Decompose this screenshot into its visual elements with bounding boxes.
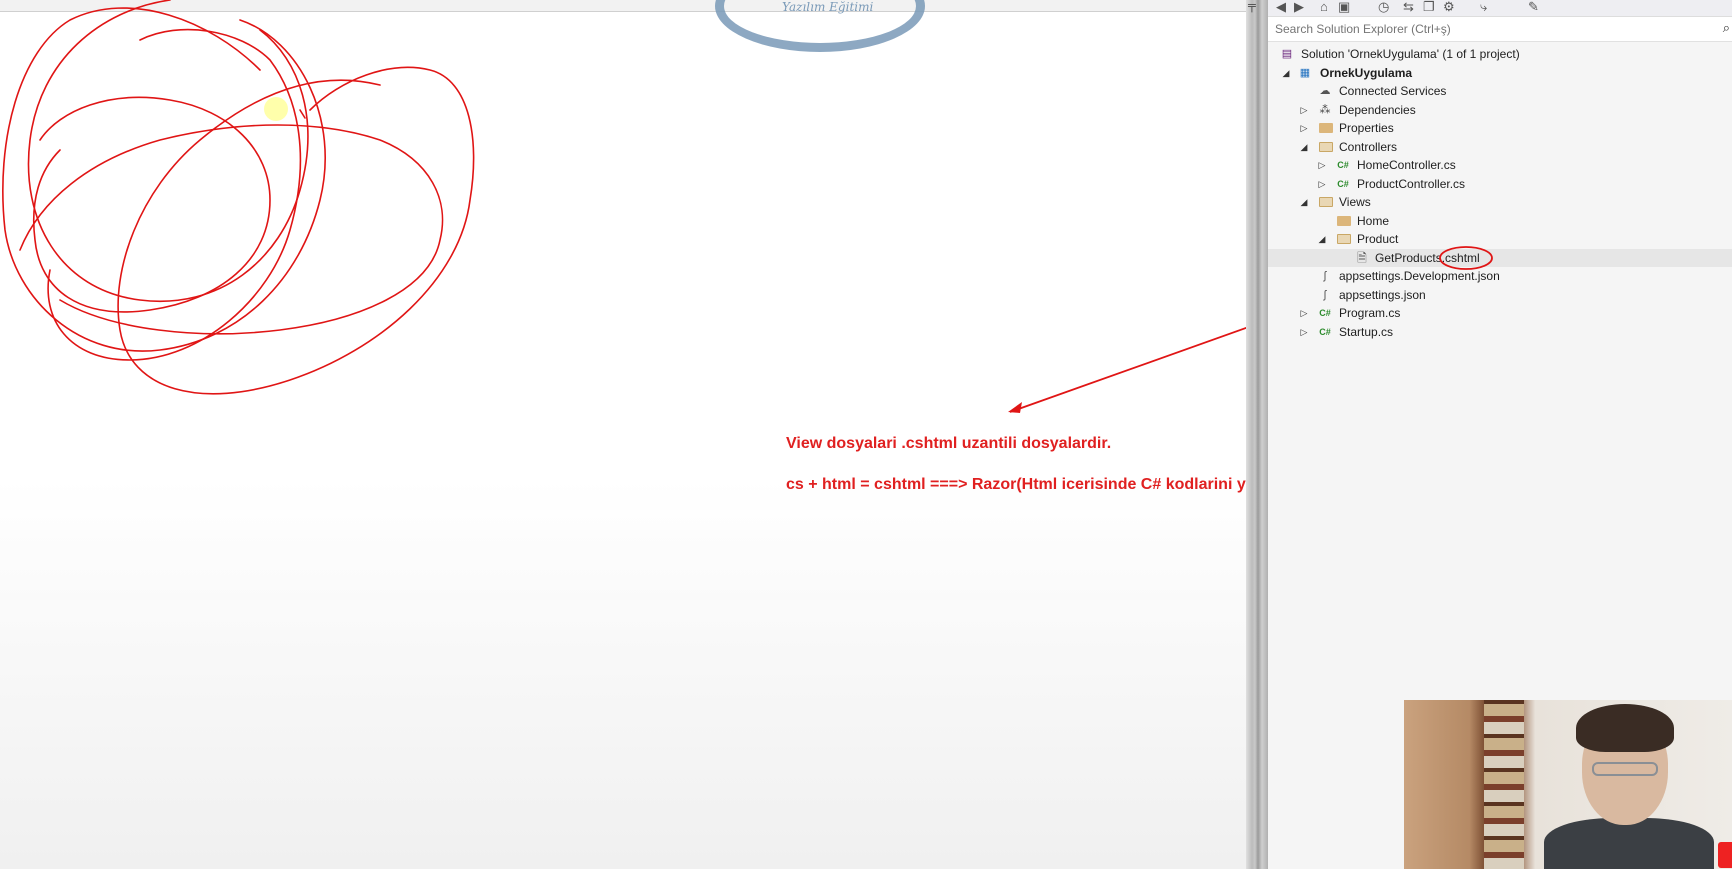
expanded-arrow-icon[interactable]: ◢ bbox=[1316, 230, 1328, 248]
collapse-all-icon[interactable]: ❐ bbox=[1423, 0, 1435, 15]
expanded-arrow-icon[interactable]: ◢ bbox=[1298, 138, 1310, 156]
tree-item-home-folder[interactable]: Home bbox=[1268, 212, 1732, 230]
webcam-overlay bbox=[1404, 700, 1732, 869]
tree-item-program[interactable]: ▷ C# Program.cs bbox=[1268, 304, 1732, 322]
annotation-note-1: View dosyalari .cshtml uzantili dosyalar… bbox=[786, 435, 1112, 452]
back-icon[interactable]: ◀ bbox=[1276, 0, 1286, 15]
tree-item-getproducts-cshtml[interactable]: 🗎 GetProducts.cshtml bbox=[1268, 245, 1732, 270]
collapsed-arrow-icon[interactable]: ▷ bbox=[1298, 119, 1310, 137]
collapsed-arrow-icon[interactable]: ▷ bbox=[1316, 175, 1328, 193]
tree-item-views[interactable]: ◢ Views bbox=[1268, 193, 1732, 211]
tree-item-connected-services[interactable]: ☁ Connected Services bbox=[1268, 82, 1732, 100]
csharp-file-icon: C# bbox=[1319, 326, 1331, 337]
whiteboard-area: Yazılım Eğitimi View dosyalari .cshtml u… bbox=[0, 0, 1246, 869]
collapsed-arrow-icon[interactable]: ▷ bbox=[1298, 101, 1310, 119]
tree-item-project[interactable]: ◢ ▦ OrnekUygulama bbox=[1268, 64, 1732, 82]
json-file-icon: ʃ bbox=[1323, 270, 1327, 282]
show-all-files-icon[interactable]: ⚙ bbox=[1443, 0, 1455, 15]
presenter-hair bbox=[1576, 704, 1674, 752]
home-icon[interactable]: ⌂ bbox=[1320, 0, 1328, 14]
scribble-loops bbox=[2, 0, 475, 395]
presenter-body bbox=[1544, 818, 1714, 869]
pane-splitter[interactable] bbox=[1246, 0, 1268, 869]
forward-icon[interactable]: ▶ bbox=[1294, 0, 1304, 15]
collapsed-arrow-icon[interactable]: ▷ bbox=[1316, 156, 1328, 174]
tree-item-homecontroller[interactable]: ▷ C# HomeController.cs bbox=[1268, 156, 1732, 174]
collapsed-arrow-icon[interactable]: ▷ bbox=[1298, 323, 1310, 341]
folder-open-icon bbox=[1319, 197, 1333, 207]
folder-icon bbox=[1337, 215, 1351, 226]
tree-item-product-folder[interactable]: ◢ Product bbox=[1268, 230, 1732, 248]
connected-services-icon: ☁ bbox=[1319, 85, 1331, 97]
cursor-highlight bbox=[264, 97, 288, 121]
project-icon: ▦ bbox=[1299, 66, 1311, 79]
tree-item-startup[interactable]: ▷ C# Startup.cs bbox=[1268, 323, 1732, 341]
dependencies-icon: ⁂ bbox=[1319, 103, 1331, 116]
solution-explorer-toolbar: ◀ ▶ ⌂ ▣ ◷ ⇆ ❐ ⚙ ⤷ ✎ bbox=[1268, 0, 1732, 17]
record-badge bbox=[1718, 842, 1732, 868]
csharp-file-icon: C# bbox=[1319, 308, 1331, 318]
tree-item-appsettings[interactable]: ʃ appsettings.json bbox=[1268, 286, 1732, 304]
pending-changes-icon[interactable]: ◷ bbox=[1378, 0, 1389, 15]
csharp-file-icon: C# bbox=[1337, 178, 1349, 189]
preview-icon[interactable]: ⤷ bbox=[1480, 0, 1487, 15]
properties-wrench-icon[interactable]: ✎ bbox=[1528, 0, 1539, 15]
pin-icon[interactable]: ╤ bbox=[1248, 0, 1260, 12]
search-icon[interactable]: ⌕ bbox=[1723, 20, 1730, 36]
expanded-arrow-icon[interactable]: ◢ bbox=[1280, 64, 1292, 82]
solution-icon: ▤ bbox=[1281, 48, 1293, 60]
tree-item-appsettings-development[interactable]: ʃ appsettings.Development.json bbox=[1268, 267, 1732, 285]
collapsed-arrow-icon[interactable]: ▷ bbox=[1298, 304, 1310, 322]
switch-views-icon[interactable]: ▣ bbox=[1338, 0, 1350, 15]
expanded-arrow-icon[interactable]: ◢ bbox=[1298, 193, 1310, 211]
cshtml-file-icon: 🗎 bbox=[1357, 250, 1367, 265]
csharp-file-icon: C# bbox=[1337, 160, 1349, 170]
properties-icon bbox=[1319, 123, 1333, 133]
annotation-note-2: cs + html = cshtml ===> Razor(Html iceri… bbox=[786, 476, 1246, 493]
search-input[interactable] bbox=[1273, 21, 1697, 37]
json-file-icon: ʃ bbox=[1323, 288, 1327, 301]
tree-item-controllers[interactable]: ◢ Controllers bbox=[1268, 138, 1732, 156]
tree-item-solution[interactable]: ▤ Solution 'OrnekUygulama' (1 of 1 proje… bbox=[1268, 45, 1732, 63]
tree-item-properties[interactable]: ▷ Properties bbox=[1268, 119, 1732, 137]
folder-open-icon bbox=[1319, 141, 1333, 152]
tree-item-productcontroller[interactable]: ▷ C# ProductController.cs bbox=[1268, 175, 1732, 193]
tree-item-dependencies[interactable]: ▷ ⁂ Dependencies bbox=[1268, 101, 1732, 119]
folder-open-icon bbox=[1337, 234, 1351, 244]
pointer-arrow bbox=[1008, 327, 1246, 413]
sync-icon[interactable]: ⇆ bbox=[1403, 0, 1414, 15]
bookshelf bbox=[1484, 700, 1524, 869]
presenter-glasses bbox=[1592, 762, 1658, 776]
search-box[interactable]: ⌕ bbox=[1268, 17, 1732, 42]
